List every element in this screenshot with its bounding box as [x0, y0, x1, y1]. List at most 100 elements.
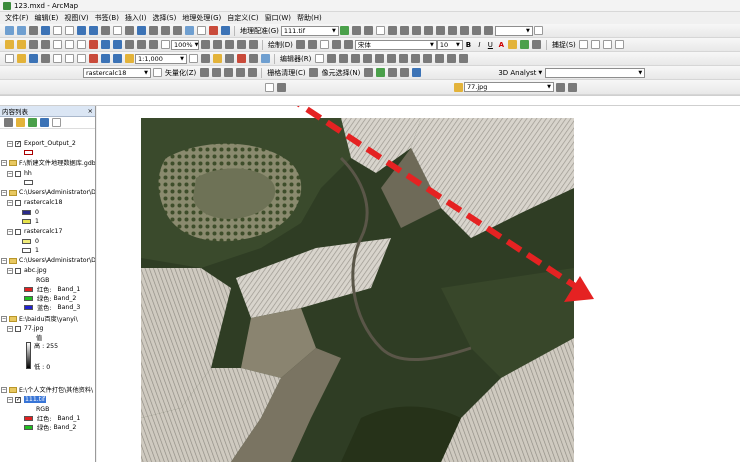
- sketch-properties-icon[interactable]: [446, 54, 456, 63]
- page-tool-3-icon[interactable]: [224, 40, 234, 49]
- end-snapping-icon[interactable]: [591, 40, 601, 49]
- command-line[interactable]: [0, 95, 740, 106]
- cell-tool-3-icon[interactable]: [387, 68, 397, 77]
- menu-customize[interactable]: 自定义(C): [224, 13, 261, 23]
- forward-icon[interactable]: [88, 26, 98, 35]
- image-tool-2-icon[interactable]: [567, 82, 577, 92]
- layer-row[interactable]: − ✓ 111.tif: [7, 395, 47, 404]
- model-builder-icon[interactable]: [260, 54, 270, 63]
- identify-icon[interactable]: [136, 26, 146, 35]
- page-zoom-in-icon[interactable]: [124, 40, 134, 49]
- data-source-row[interactable]: − F:\新建文件地理数据库.gdb: [1, 158, 95, 167]
- python-window-icon[interactable]: [248, 54, 258, 63]
- data-source-row[interactable]: − C:\Users\Administrator\D: [1, 256, 95, 265]
- collapse-icon[interactable]: −: [7, 325, 13, 332]
- layer-row[interactable]: − rastercalc17: [7, 227, 62, 236]
- menu-bookmarks[interactable]: 书签(B): [92, 13, 122, 23]
- point-icon[interactable]: [362, 54, 372, 63]
- edit-tool-icon[interactable]: [314, 54, 324, 63]
- font-color-button[interactable]: A: [497, 41, 506, 49]
- save-icon[interactable]: [28, 40, 38, 49]
- copy-icon[interactable]: [64, 40, 74, 49]
- find-route-icon[interactable]: [184, 26, 194, 35]
- band-swatch[interactable]: [24, 296, 33, 301]
- cut-polygons-icon[interactable]: [398, 54, 408, 63]
- straight-segment-icon[interactable]: [338, 54, 348, 63]
- font-combo[interactable]: 宋体 ▼: [354, 39, 437, 50]
- menu-view[interactable]: 视图(V): [61, 13, 91, 23]
- vectorize-tool-icon[interactable]: [199, 68, 209, 77]
- layer-name-selected[interactable]: 111.tif: [24, 396, 47, 403]
- collapse-icon[interactable]: −: [1, 386, 7, 393]
- marker-color-icon[interactable]: [532, 40, 542, 49]
- class-swatch[interactable]: [22, 239, 31, 244]
- split-icon[interactable]: [410, 54, 420, 63]
- list-by-drawing-order-icon[interactable]: [3, 118, 13, 127]
- page-tool-2-icon[interactable]: [212, 40, 222, 49]
- menu-insert[interactable]: 插入(I): [122, 13, 150, 23]
- page-zoom-combo[interactable]: 100% ▼: [171, 39, 199, 50]
- georef-tool-2-icon[interactable]: [400, 26, 410, 35]
- menu-edit[interactable]: 编辑(E): [32, 13, 62, 23]
- time-slider-icon[interactable]: [208, 26, 218, 35]
- vectorize-tool-2-icon[interactable]: [211, 68, 221, 77]
- add-control-points-icon[interactable]: [340, 26, 350, 35]
- menu-geoprocessing[interactable]: 地理处理(G): [179, 13, 224, 23]
- collapse-icon[interactable]: −: [1, 189, 7, 196]
- fixed-zoom-out-icon[interactable]: [64, 26, 74, 35]
- menu-file[interactable]: 文件(F): [2, 13, 32, 23]
- edit-vertices-icon[interactable]: [344, 40, 354, 49]
- page-tool-5-icon[interactable]: [248, 40, 258, 49]
- page-tool-4-icon[interactable]: [236, 40, 246, 49]
- full-extent-icon[interactable]: [40, 26, 50, 35]
- 3d-layer-combo[interactable]: ▼: [545, 67, 646, 78]
- trace-icon[interactable]: [350, 54, 360, 63]
- class-swatch[interactable]: [22, 210, 31, 215]
- vectorization-menu[interactable]: 矢量化(Z): [165, 68, 196, 78]
- undo-icon[interactable]: [100, 40, 110, 49]
- page-pan-icon[interactable]: [148, 40, 158, 49]
- cell-selection-menu[interactable]: 像元选择(N): [322, 68, 361, 78]
- open-icon[interactable]: [16, 40, 26, 49]
- image-layer-combo[interactable]: 77.jpg ▼: [464, 82, 554, 92]
- italic-button[interactable]: I: [475, 41, 484, 49]
- layer-checkbox[interactable]: [15, 170, 21, 177]
- dropdown-icon[interactable]: [534, 26, 544, 35]
- open-doc-icon[interactable]: [16, 54, 26, 63]
- create-features-icon[interactable]: [458, 54, 468, 63]
- collapse-icon[interactable]: −: [7, 199, 13, 206]
- redo-icon[interactable]: [112, 40, 122, 49]
- layer-row[interactable]: − ✓ Export_Output_2: [7, 139, 76, 148]
- layer-checkbox[interactable]: [15, 325, 21, 332]
- page-full-icon[interactable]: [160, 40, 170, 49]
- menu-windows[interactable]: 窗口(W): [262, 13, 294, 23]
- vertex-snapping-icon[interactable]: [603, 40, 613, 49]
- rotate-tool-icon[interactable]: [422, 54, 432, 63]
- menu-selection[interactable]: 选择(S): [149, 13, 179, 23]
- georef-layer-combo[interactable]: 111.tif ▼: [280, 25, 339, 36]
- new-doc-icon[interactable]: [4, 54, 14, 63]
- list-by-selection-icon[interactable]: [39, 118, 49, 127]
- collapse-icon[interactable]: −: [1, 257, 7, 264]
- cell-tool-5-icon[interactable]: [411, 68, 421, 77]
- options-icon[interactable]: [51, 118, 61, 127]
- search-window-icon[interactable]: [224, 54, 234, 63]
- data-source-row[interactable]: − C:\Users\Administrator\D: [1, 188, 95, 197]
- close-icon[interactable]: ×: [88, 107, 93, 115]
- editor-toolbar-icon[interactable]: [188, 54, 198, 63]
- grayscale-ramp[interactable]: [26, 342, 31, 369]
- georef-tool-3-icon[interactable]: [412, 26, 422, 35]
- delete-doc-icon[interactable]: [88, 54, 98, 63]
- select-element-icon[interactable]: [296, 40, 306, 49]
- underline-button[interactable]: U: [486, 41, 495, 49]
- cleanup-tool-icon[interactable]: [309, 68, 319, 77]
- new-map-icon[interactable]: [4, 40, 14, 49]
- pan-icon[interactable]: [28, 26, 38, 35]
- point-snapping-icon[interactable]: [579, 40, 589, 49]
- redo-doc-icon[interactable]: [112, 54, 122, 63]
- collapse-icon[interactable]: −: [7, 170, 13, 177]
- collapse-icon[interactable]: −: [7, 267, 13, 274]
- collapse-icon[interactable]: −: [1, 315, 7, 322]
- band-swatch[interactable]: [24, 305, 33, 310]
- reshape-icon[interactable]: [386, 54, 396, 63]
